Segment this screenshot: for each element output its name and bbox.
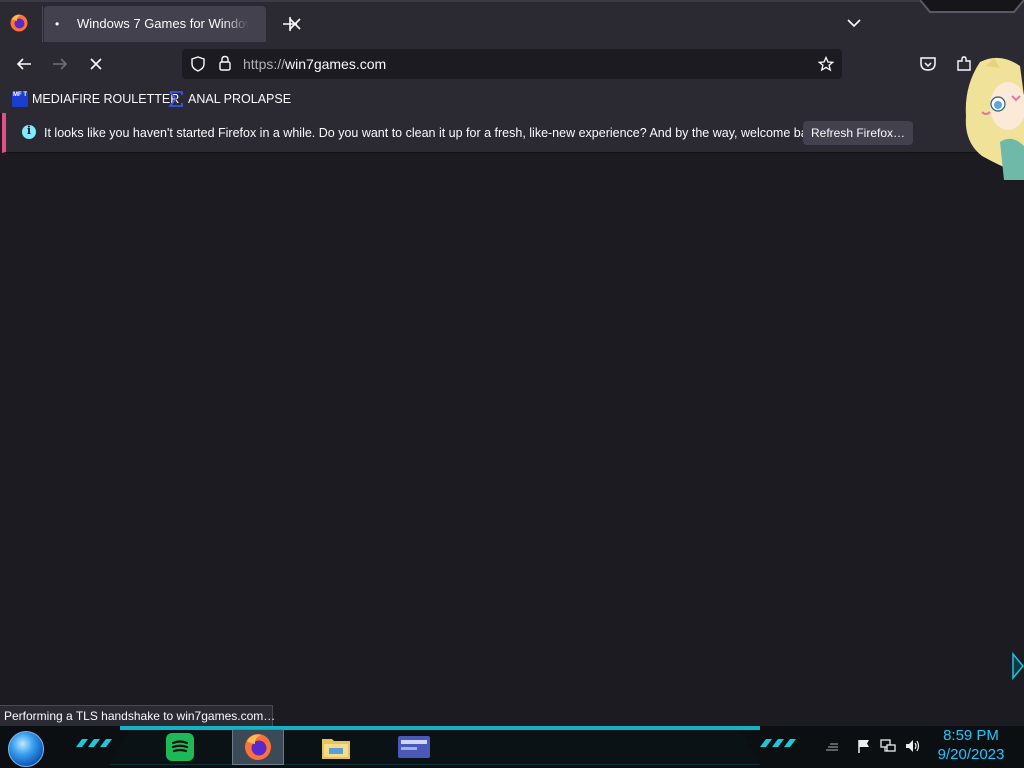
taskbar-clock[interactable]: 8:59 PM 9/20/2023 bbox=[932, 727, 1010, 765]
taskbar-file-explorer-button[interactable] bbox=[310, 729, 362, 765]
bookmark-mediafire-rouletter[interactable]: MF T MEDIAFIRE ROULETTER bbox=[12, 89, 179, 109]
notification-message: It looks like you haven't started Firefo… bbox=[44, 126, 824, 140]
taskbar-chevron-decoration bbox=[760, 739, 796, 747]
back-arrow-icon[interactable] bbox=[15, 55, 33, 73]
cartoon-mascot-image bbox=[965, 57, 1024, 180]
firefox-icon bbox=[245, 734, 271, 760]
chevron-down-icon[interactable] bbox=[845, 14, 863, 32]
url-scheme: https:// bbox=[243, 56, 286, 72]
forward-arrow-icon[interactable] bbox=[51, 55, 69, 73]
sigma-favicon-icon bbox=[168, 91, 183, 107]
file-explorer-icon bbox=[322, 739, 350, 759]
tab-strip: • Windows 7 Games for Windows 11, 10, 8 bbox=[0, 0, 1024, 44]
page-content-area[interactable] bbox=[0, 154, 1024, 726]
url-host: win7games.com bbox=[285, 56, 387, 72]
refresh-notification-bar: i It looks like you haven't started Fire… bbox=[2, 113, 1022, 153]
bookmark-label: MEDIAFIRE ROULETTER bbox=[32, 92, 180, 106]
pocket-icon[interactable] bbox=[919, 55, 937, 73]
spotify-icon bbox=[166, 733, 194, 761]
bookmark-second[interactable]: ANAL PROLAPSE bbox=[168, 89, 291, 109]
bookmarks-toolbar: MF T MEDIAFIRE ROULETTER ANAL PROLAPSE bbox=[0, 84, 1024, 113]
clock-date: 9/20/2023 bbox=[937, 746, 1005, 763]
mediafire-favicon-icon: MF T bbox=[12, 91, 28, 107]
taskbar-glow-line bbox=[120, 726, 760, 730]
titlebar-decoration bbox=[920, 0, 1024, 13]
start-button[interactable] bbox=[8, 731, 44, 767]
taskbar-chevron-decoration bbox=[76, 739, 112, 747]
tracking-protection-shield-icon[interactable] bbox=[190, 56, 206, 72]
control-panel-icon bbox=[398, 736, 430, 758]
clock-time: 8:59 PM bbox=[943, 727, 999, 744]
loading-dot-icon: • bbox=[55, 17, 60, 31]
network-icon[interactable] bbox=[880, 738, 896, 754]
bookmark-star-icon[interactable] bbox=[818, 56, 834, 72]
new-tab-icon[interactable] bbox=[280, 14, 300, 34]
info-icon: i bbox=[22, 124, 36, 139]
taskbar-firefox-button[interactable] bbox=[232, 729, 284, 765]
tab-separator bbox=[42, 6, 43, 42]
firefox-logo-icon[interactable] bbox=[9, 13, 29, 33]
action-center-flag-icon[interactable] bbox=[856, 738, 872, 754]
volume-speaker-icon[interactable] bbox=[904, 738, 920, 754]
desktop-screen: • Windows 7 Games for Windows 11, 10, 8 bbox=[0, 0, 1024, 768]
navigation-toolbar: https://win7games.com bbox=[0, 44, 1024, 84]
url-text[interactable]: https://win7games.com bbox=[243, 56, 386, 72]
taskbar-spotify-button[interactable] bbox=[154, 729, 206, 765]
tab-title: Windows 7 Games for Windows 11, 10, 8 bbox=[77, 16, 249, 31]
taskbar-control-panel-button[interactable] bbox=[388, 729, 440, 765]
refresh-firefox-button[interactable]: Refresh Firefox… bbox=[803, 121, 913, 145]
status-panel: Performing a TLS handshake to win7games.… bbox=[0, 705, 275, 727]
stop-loading-icon[interactable] bbox=[87, 55, 105, 73]
address-bar[interactable]: https://win7games.com bbox=[182, 49, 842, 79]
lock-icon[interactable] bbox=[218, 55, 232, 71]
show-hidden-icons-icon[interactable] bbox=[824, 738, 840, 754]
bookmark-label: ANAL PROLAPSE bbox=[188, 92, 292, 106]
active-tab[interactable]: • Windows 7 Games for Windows 11, 10, 8 bbox=[44, 6, 301, 42]
desktop-edge-decoration bbox=[1012, 652, 1024, 680]
